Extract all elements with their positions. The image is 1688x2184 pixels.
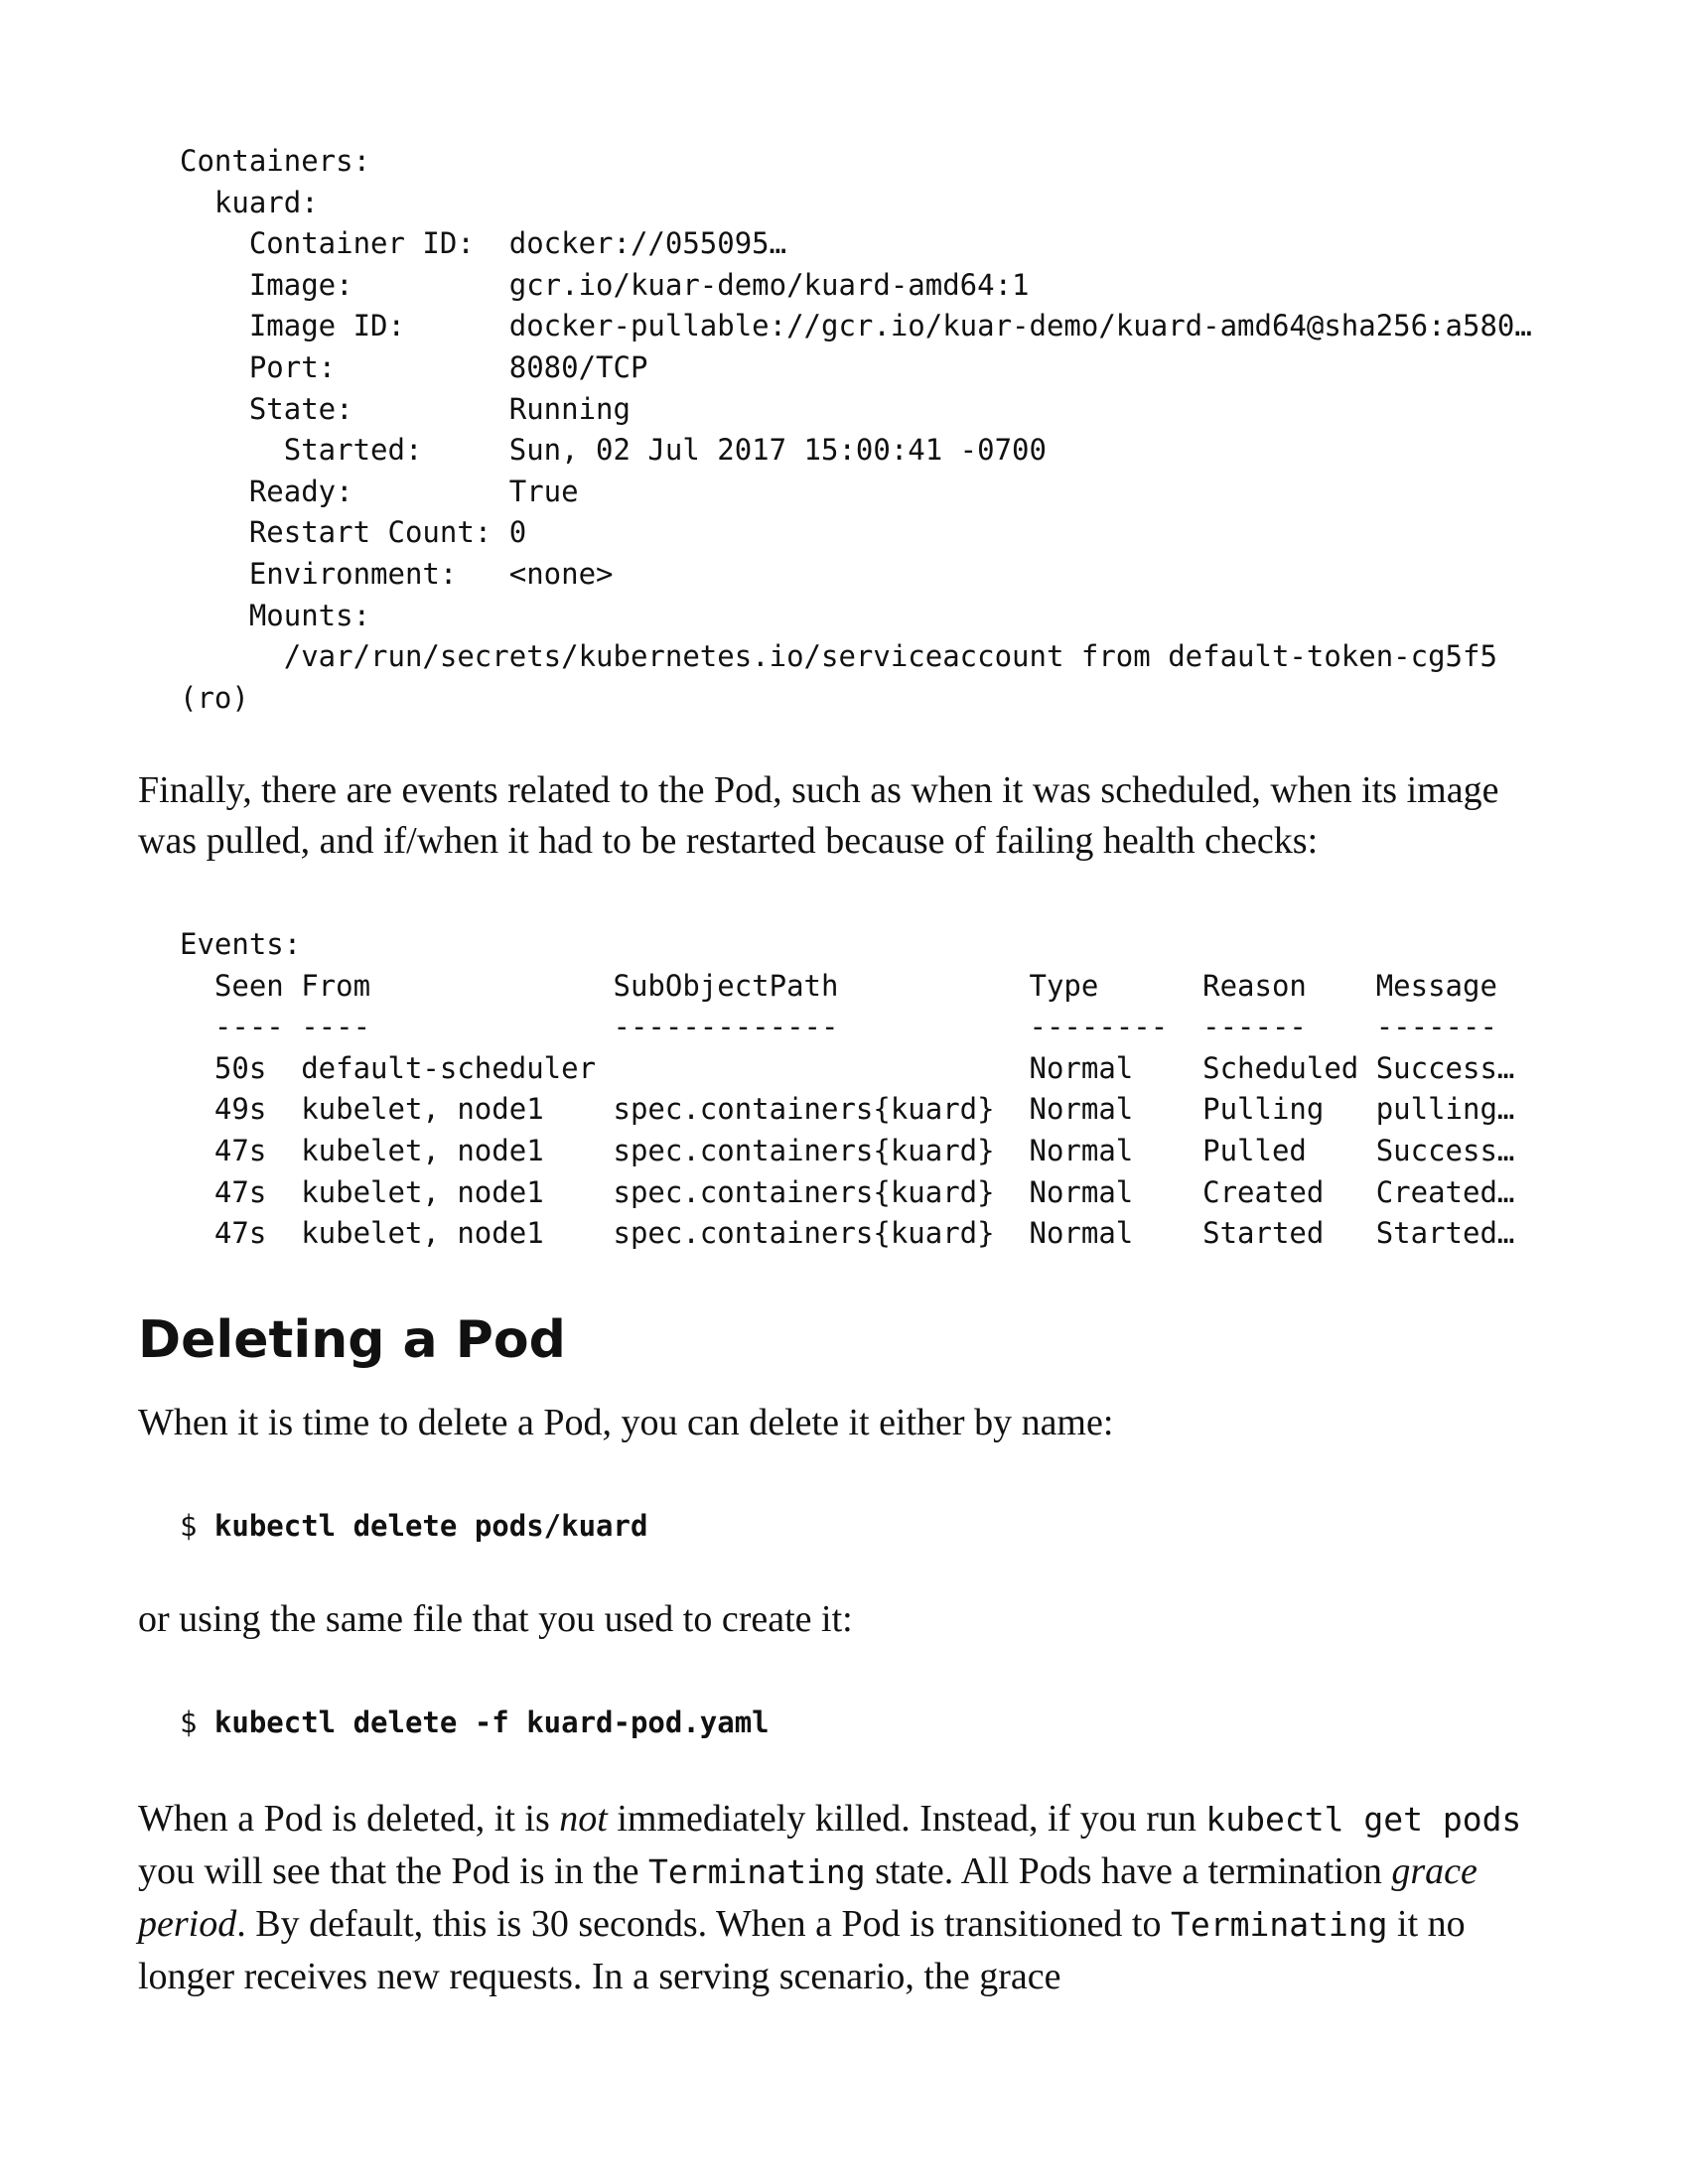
- events-code-block: Events: Seen From SubObjectPath Type Rea…: [180, 927, 1515, 1251]
- document-page: Containers: kuard: Container ID: docker:…: [0, 0, 1688, 2184]
- command-text: kubectl delete pods/kuard: [213, 1509, 648, 1543]
- inline-code-kubectl-get-pods: kubectl get pods: [1205, 1800, 1522, 1839]
- text-run: When a Pod is deleted, it is: [138, 1798, 560, 1840]
- file-intro-paragraph: or using the same file that you used to …: [138, 1598, 853, 1640]
- termination-paragraph: When a Pod is deleted, it is not immedia…: [138, 1793, 1548, 2003]
- delete-by-name-command: $ kubectl delete pods/kuard: [180, 1506, 647, 1546]
- delete-by-file-command: $ kubectl delete -f kuard-pod.yaml: [180, 1703, 770, 1742]
- events-intro-paragraph: Finally, there are events related to the…: [138, 769, 1499, 862]
- prompt-symbol: $: [180, 1706, 214, 1739]
- text-run: . By default, this is 30 seconds. When a…: [236, 1903, 1171, 1945]
- command-text: kubectl delete -f kuard-pod.yaml: [213, 1706, 770, 1739]
- delete-intro-paragraph: When it is time to delete a Pod, you can…: [138, 1402, 1114, 1443]
- text-run: state. All Pods have a termination: [865, 1850, 1392, 1892]
- section-heading: Deleting a Pod: [138, 1310, 566, 1370]
- text-run: you will see that the Pod is in the: [138, 1850, 649, 1892]
- inline-code-terminating: Terminating: [1170, 1905, 1388, 1944]
- prompt-symbol: $: [180, 1509, 214, 1543]
- inline-code-terminating: Terminating: [648, 1852, 866, 1891]
- containers-code-block: Containers: kuard: Container ID: docker:…: [180, 144, 1532, 715]
- text-run: immediately killed. Instead, if you run: [607, 1798, 1206, 1840]
- emphasis-not: not: [559, 1798, 608, 1840]
